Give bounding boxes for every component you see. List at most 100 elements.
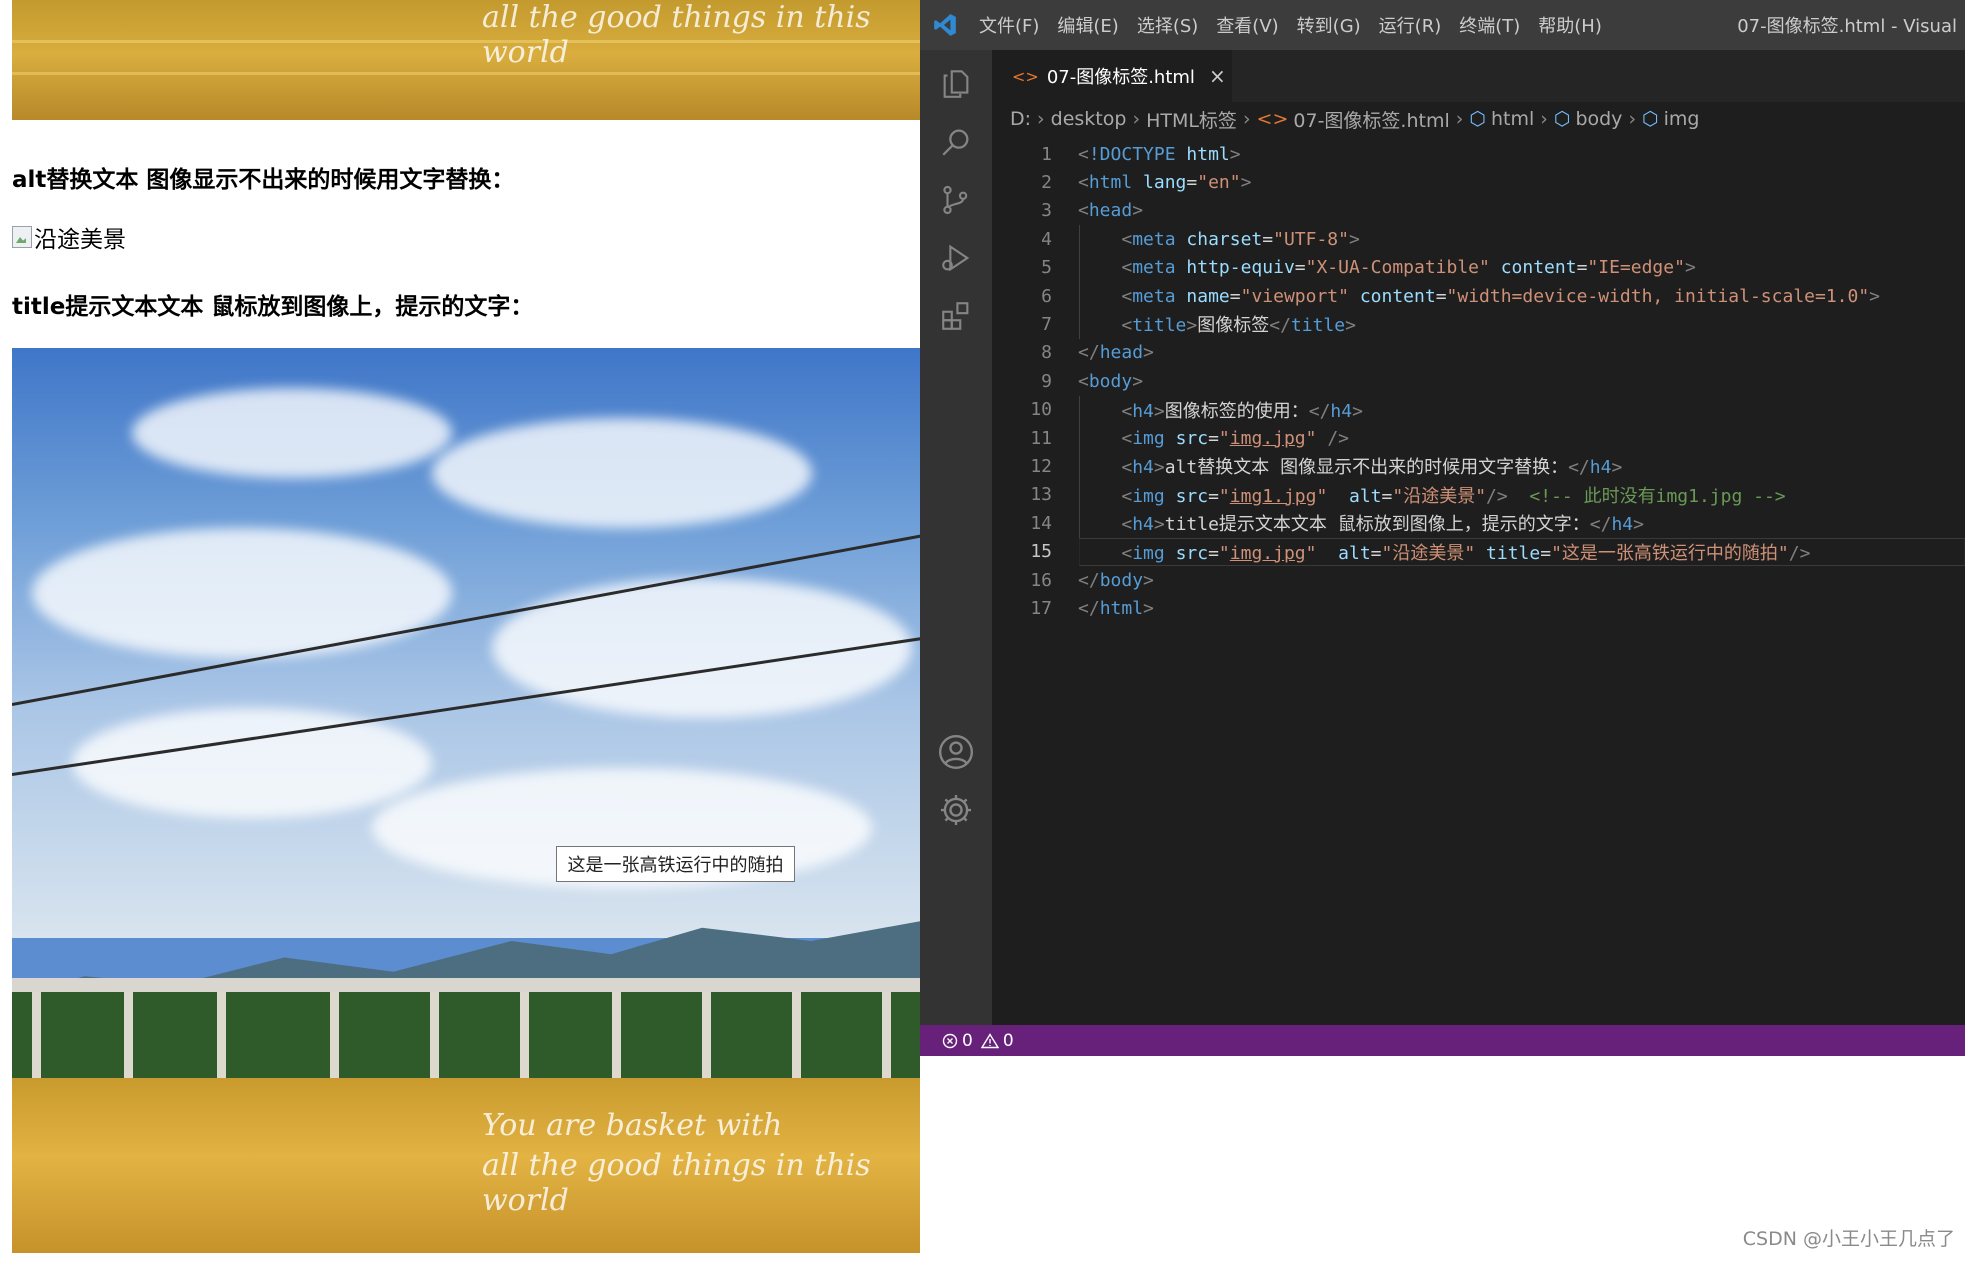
code-token: > [1345,315,1356,337]
breadcrumb-img[interactable]: img [1664,108,1700,130]
code-line[interactable]: 2 <html lang="en"> [992,168,1965,196]
heading-title: title提示文本文本 鼠标放到图像上，提示的文字： [12,294,534,320]
breadcrumb-body[interactable]: body [1575,108,1622,130]
code-line[interactable]: 17 </html> [992,594,1965,622]
line-number: 8 [1041,342,1052,364]
tab-active-file[interactable]: <> 07-图像标签.html × [992,50,1232,102]
browser-viewport: all the good things in this world alt替换文… [0,0,920,1262]
line-number: 2 [1041,171,1052,193]
breadcrumb-desktop[interactable]: desktop [1051,108,1127,130]
code-token: src [1175,485,1209,507]
line-number: 17 [1030,597,1052,619]
tab-label: 07-图像标签.html [1046,67,1195,88]
code-token: h4 [1132,514,1154,536]
breadcrumb-file[interactable]: 07-图像标签.html [1293,106,1449,133]
code-token: " [1218,427,1230,449]
code-token: " [1218,542,1230,564]
code-token: "IE=edge" [1587,257,1685,279]
code-line[interactable]: 5 <meta http-equiv="X-UA-Compatible" con… [992,254,1965,282]
warning-count: 0 [1002,1030,1014,1051]
train-landscape-image[interactable]: You are basket with all the good things … [12,348,920,1253]
settings-gear-icon[interactable] [920,780,992,840]
explorer-icon[interactable] [920,54,992,114]
code-line[interactable]: 3 <head> [992,197,1965,225]
run-debug-icon[interactable] [920,228,992,288]
activity-bar [920,50,992,1025]
menu-view[interactable]: 查看(V) [1207,0,1287,50]
code-token: > [1153,457,1165,479]
menu-terminal[interactable]: 终端(T) [1450,0,1529,50]
code-token: = [1208,485,1219,507]
code-token: = [1262,228,1274,250]
code-token: img1.jpg [1229,485,1317,507]
line-number: 5 [1041,257,1052,279]
source-control-icon[interactable] [920,170,992,230]
code-token: 图像标签 [1197,315,1270,337]
code-line[interactable]: 6 <meta name="viewport" content="width=d… [992,282,1965,310]
code-line[interactable]: 7 <title>图像标签</title> [992,310,1965,338]
title-bar: 文件(F) 编辑(E) 选择(S) 查看(V) 转到(G) 运行(R) 终端(T… [920,0,1965,50]
line-number: 7 [1041,313,1052,335]
code-token: < [1078,143,1089,165]
code-token: !DOCTYPE [1088,143,1176,165]
code-token: > [1132,370,1144,392]
code-token: "width=device-width, initial-scale=1.0" [1446,285,1870,307]
extensions-icon[interactable] [920,286,992,346]
code-token: > [1869,285,1881,307]
menu-file[interactable]: 文件(F) [970,0,1048,50]
code-token: > [1143,569,1154,591]
breadcrumb-html[interactable]: html [1491,108,1534,130]
line-number: 13 [1030,484,1052,506]
menu-help[interactable]: 帮助(H) [1529,0,1611,50]
code-token: < [1078,370,1089,392]
breadcrumb-drive[interactable]: D: [1010,108,1031,130]
close-icon[interactable]: × [1209,64,1226,88]
code-line[interactable]: 11 <img src="img.jpg" /> [992,424,1965,452]
broken-image: 沿途美景 [12,222,126,253]
code-token: > [1132,200,1144,222]
menu-edit[interactable]: 编辑(E) [1048,0,1127,50]
code-token: < [1121,285,1133,307]
line-code: <meta charset="UTF-8"> [1078,228,1360,250]
code-token: < [1121,315,1133,337]
code-line[interactable]: 8 </head> [992,339,1965,367]
code-token: > [1611,457,1623,479]
code-line[interactable]: 9 <body> [992,367,1965,395]
code-line[interactable]: 15 <img src="img.jpg" alt="沿途美景" title="… [992,538,1965,566]
window-title: 07-图像标签.html - Visual [1737,16,1957,37]
menu-selection[interactable]: 选择(S) [1128,0,1207,50]
code-line[interactable]: 12 <h4>alt替换文本 图像显示不出来的时候用文字替换：</h4> [992,452,1965,480]
menu-run[interactable]: 运行(R) [1370,0,1451,50]
code-token: > [1348,228,1360,250]
broken-image-alt-text: 沿途美景 [34,227,126,253]
line-number: 14 [1030,512,1052,534]
line-code: </head> [1078,342,1154,363]
problems-status[interactable]: 0 0 [942,1031,1014,1051]
code-line[interactable]: 16 </body> [992,566,1965,594]
code-line[interactable]: 4 <meta charset="UTF-8"> [992,225,1965,253]
code-token: title [1290,315,1346,337]
code-line[interactable]: 13 <img src="img1.jpg" alt="沿途美景"/> <!--… [992,481,1965,509]
code-editor[interactable]: 1 <!DOCTYPE html> 2 <html lang="en"> 3 <head>… [992,136,1965,1025]
code-line[interactable]: 10 <h4>图像标签的使用：</h4> [992,396,1965,424]
code-token: > [1240,171,1252,193]
code-line[interactable]: 1 <!DOCTYPE html> [992,140,1965,168]
code-token: > [1633,514,1644,536]
breadcrumb-folder[interactable]: HTML标签 [1146,106,1237,133]
broken-image-icon [12,226,32,248]
code-line[interactable]: 14 <h4>title提示文本文本 鼠标放到图像上，提示的文字：</h4> [992,509,1965,537]
code-token: img [1132,542,1165,564]
search-icon[interactable] [920,112,992,172]
line-number: 11 [1030,427,1052,449]
code-token: /> [1327,427,1349,449]
code-token: "UTF-8" [1273,228,1349,250]
account-icon[interactable] [920,722,992,782]
menu-go[interactable]: 转到(G) [1288,0,1370,50]
